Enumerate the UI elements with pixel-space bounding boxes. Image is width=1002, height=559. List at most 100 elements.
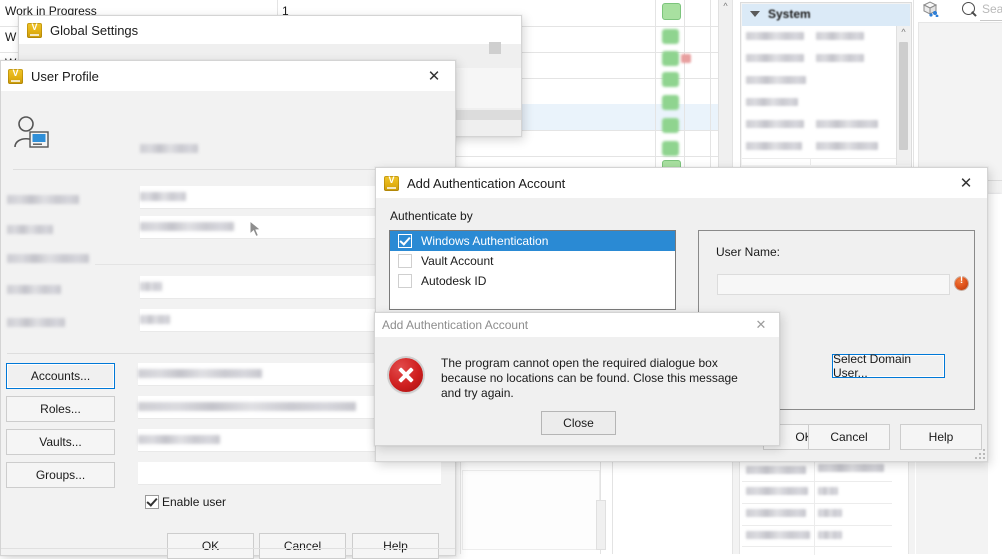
right-pane	[918, 22, 1002, 182]
auth-method-windows-label: Windows Authentication	[421, 234, 549, 248]
properties-panel: System ^	[740, 2, 912, 176]
vault-app-icon	[27, 22, 42, 38]
status-square-green	[662, 3, 681, 20]
lower-right-pane	[916, 459, 988, 554]
form-label	[7, 318, 65, 327]
grid-column-divider	[710, 0, 711, 182]
add-auth-cancel-button[interactable]: Cancel	[808, 424, 890, 450]
search-icon-handle	[971, 11, 977, 17]
panel-row[interactable]	[742, 136, 897, 159]
auth-method-windows-checkbox[interactable]	[398, 234, 412, 248]
error-dialog-body: The program cannot open the required dia…	[375, 337, 779, 445]
ok-button[interactable]: OK	[167, 533, 254, 559]
panel-row[interactable]	[742, 92, 897, 115]
table-column-divider	[814, 460, 815, 555]
auth-method-vault-checkbox[interactable]	[398, 254, 412, 268]
lower-table	[742, 459, 892, 555]
close-icon[interactable]: ✕	[945, 168, 987, 198]
table-row-divider	[742, 481, 892, 482]
help-button[interactable]: Help	[352, 533, 439, 559]
add-auth-titlebar[interactable]: Add Authentication Account ✕	[376, 168, 987, 198]
groups-button[interactable]: Groups...	[6, 462, 115, 488]
table-row-divider	[742, 546, 892, 547]
panel-row[interactable]	[742, 48, 897, 71]
scrollbar-thumb[interactable]	[899, 42, 908, 150]
add-auth-title: Add Authentication Account	[407, 175, 566, 191]
enable-user-checkbox[interactable]	[145, 495, 159, 509]
status-square-green	[662, 118, 679, 133]
vault-app-icon	[8, 68, 23, 84]
auth-method-windows[interactable]: Windows Authentication	[390, 231, 675, 251]
grid-column-divider	[684, 0, 685, 182]
enable-user-label: Enable user	[162, 495, 227, 509]
scroll-up-icon[interactable]: ^	[897, 27, 910, 37]
form-label	[7, 254, 89, 263]
user-profile-titlebar[interactable]: User Profile ✕	[1, 61, 455, 91]
error-badge-icon[interactable]	[955, 275, 968, 290]
status-square-green	[662, 95, 679, 110]
error-dialog[interactable]: Add Authentication Account ✕ The program…	[374, 312, 780, 446]
accounts-button[interactable]: Accounts...	[6, 363, 115, 389]
error-cross-icon	[389, 358, 423, 392]
status-square-red	[681, 54, 691, 63]
error-message: The program cannot open the required dia…	[441, 356, 738, 400]
close-icon[interactable]: ✕	[413, 61, 455, 91]
content-scrollbar[interactable]	[596, 500, 606, 550]
error-close-button[interactable]: Close	[541, 411, 616, 435]
vaults-button[interactable]: Vaults...	[6, 429, 115, 455]
global-settings-title: Global Settings	[50, 22, 139, 38]
share-cube-icon[interactable]	[922, 1, 939, 18]
cancel-button[interactable]: Cancel	[259, 533, 346, 559]
grid-column-divider	[655, 0, 656, 182]
content-cell	[462, 470, 600, 550]
user-name-input[interactable]	[717, 274, 950, 295]
user-profile-title: User Profile	[31, 68, 99, 84]
user-display-name	[140, 144, 198, 153]
panel-section-header[interactable]: System	[742, 4, 910, 27]
auth-method-autodesk-label: Autodesk ID	[421, 274, 487, 288]
auth-method-autodesk-checkbox[interactable]	[398, 274, 412, 288]
status-square-green	[662, 141, 679, 156]
status-square-green	[662, 29, 679, 44]
form-label	[7, 225, 53, 234]
grid-scrollbar[interactable]: ^	[718, 0, 732, 180]
add-auth-help-button[interactable]: Help	[900, 424, 982, 450]
search-underline	[980, 20, 1002, 21]
scroll-up-icon[interactable]: ^	[719, 1, 732, 11]
roles-button[interactable]: Roles...	[6, 396, 115, 422]
search-input[interactable]: Sear	[982, 2, 1002, 16]
resize-grip[interactable]	[973, 447, 985, 459]
auth-method-vault-label: Vault Account	[421, 254, 494, 268]
lower-table-gutter	[908, 459, 915, 554]
panel-row[interactable]	[742, 114, 897, 137]
status-square-green	[662, 51, 679, 66]
table-row-divider	[742, 503, 892, 504]
chevron-down-icon[interactable]	[750, 11, 760, 17]
window-footer-divider	[1, 548, 455, 549]
form-label	[7, 195, 79, 204]
grid-row-label: W	[5, 30, 17, 44]
global-settings-titlebar[interactable]: Global Settings	[19, 16, 521, 44]
error-dialog-title: Add Authentication Account	[382, 318, 529, 332]
user-name-label: User Name:	[716, 245, 781, 259]
table-row-divider	[742, 525, 892, 526]
auth-method-autodesk[interactable]: Autodesk ID	[390, 271, 675, 291]
groups-value[interactable]	[138, 462, 441, 485]
close-icon[interactable]: ✕	[743, 313, 779, 337]
panel-scrollbar[interactable]: ^	[896, 26, 910, 165]
authenticate-by-label: Authenticate by	[390, 209, 473, 223]
user-with-computer-icon	[13, 115, 51, 149]
panel-section-title: System	[768, 7, 811, 21]
form-label	[7, 285, 61, 294]
panel-row[interactable]	[742, 70, 897, 93]
panel-rows	[742, 26, 897, 165]
global-settings-widget[interactable]	[489, 42, 501, 54]
authenticate-by-listbox[interactable]: Windows Authentication Vault Account Aut…	[389, 230, 676, 310]
auth-method-vault[interactable]: Vault Account	[390, 251, 675, 271]
panel-row[interactable]	[742, 26, 897, 49]
panel-divider	[732, 0, 733, 180]
panel-divider	[913, 0, 914, 180]
lower-table-gutter	[732, 459, 740, 554]
select-domain-user-button[interactable]: Select Domain User...	[832, 352, 945, 380]
error-dialog-titlebar[interactable]: Add Authentication Account ✕	[375, 313, 779, 337]
